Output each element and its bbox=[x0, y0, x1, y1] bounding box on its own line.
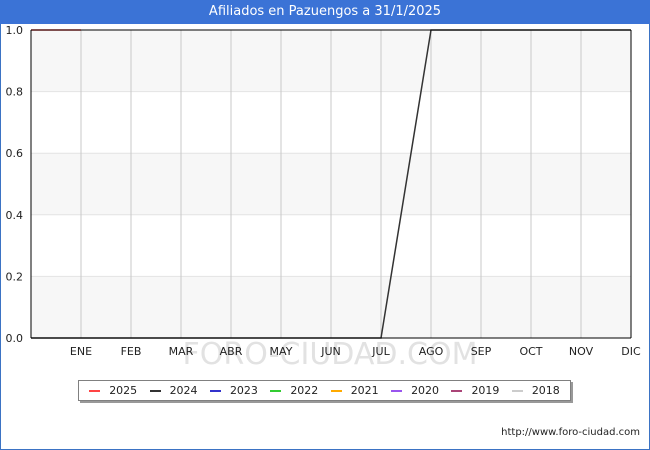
x-tick-label: JUL bbox=[371, 345, 390, 358]
x-tick-label: ENE bbox=[70, 345, 92, 358]
y-tick-label: 0.8 bbox=[6, 86, 24, 99]
x-tick-label: ABR bbox=[220, 345, 243, 358]
x-tick-label: MAY bbox=[270, 345, 293, 358]
legend-item-2023: 2023 bbox=[209, 384, 258, 397]
x-tick-label: OCT bbox=[519, 345, 542, 358]
legend-item-2019: 2019 bbox=[451, 384, 499, 397]
x-tick-label: JUN bbox=[320, 345, 341, 358]
x-tick-label: DIC bbox=[621, 345, 641, 358]
legend-label: 2025 bbox=[109, 384, 138, 397]
legend-item-2022: 2022 bbox=[270, 384, 318, 397]
legend-item-2024: 2024 bbox=[149, 384, 198, 397]
y-tick-label: 0.4 bbox=[6, 209, 24, 222]
y-tick-label: 1.0 bbox=[6, 24, 24, 37]
legend-item-2025: 2025 bbox=[89, 384, 137, 397]
legend-swatch bbox=[209, 389, 221, 392]
chart-legend: 2025 2024 2023 2022 2021 2020 2019 2018 bbox=[78, 380, 571, 401]
legend-label: 2022 bbox=[290, 384, 319, 397]
legend-swatch bbox=[89, 389, 101, 392]
x-tick-label: AGO bbox=[419, 345, 444, 358]
x-tick-label: MAR bbox=[169, 345, 194, 358]
legend-label: 2019 bbox=[471, 384, 500, 397]
legend-swatch bbox=[149, 389, 161, 392]
legend-label: 2020 bbox=[411, 384, 440, 397]
legend-label: 2024 bbox=[169, 384, 198, 397]
legend-item-2018: 2018 bbox=[511, 384, 560, 397]
legend-swatch bbox=[511, 389, 523, 392]
x-tick-label: FEB bbox=[121, 345, 142, 358]
legend-swatch bbox=[270, 389, 282, 392]
legend-swatch bbox=[451, 389, 463, 392]
legend-label: 2023 bbox=[229, 384, 258, 397]
source-url: http://www.foro-ciudad.com bbox=[501, 427, 640, 438]
legend-item-2021: 2021 bbox=[330, 384, 379, 397]
y-tick-label: 0.6 bbox=[6, 147, 24, 160]
y-tick-label: 0.0 bbox=[6, 332, 24, 345]
legend-swatch bbox=[391, 389, 403, 392]
legend-label: 2021 bbox=[350, 384, 379, 397]
x-tick-label: NOV bbox=[569, 345, 594, 358]
y-tick-label: 0.2 bbox=[6, 270, 24, 283]
legend-label: 2018 bbox=[531, 384, 560, 397]
legend-item-2020: 2020 bbox=[391, 384, 439, 397]
x-tick-label: SEP bbox=[471, 345, 492, 358]
legend-swatch bbox=[330, 389, 342, 392]
